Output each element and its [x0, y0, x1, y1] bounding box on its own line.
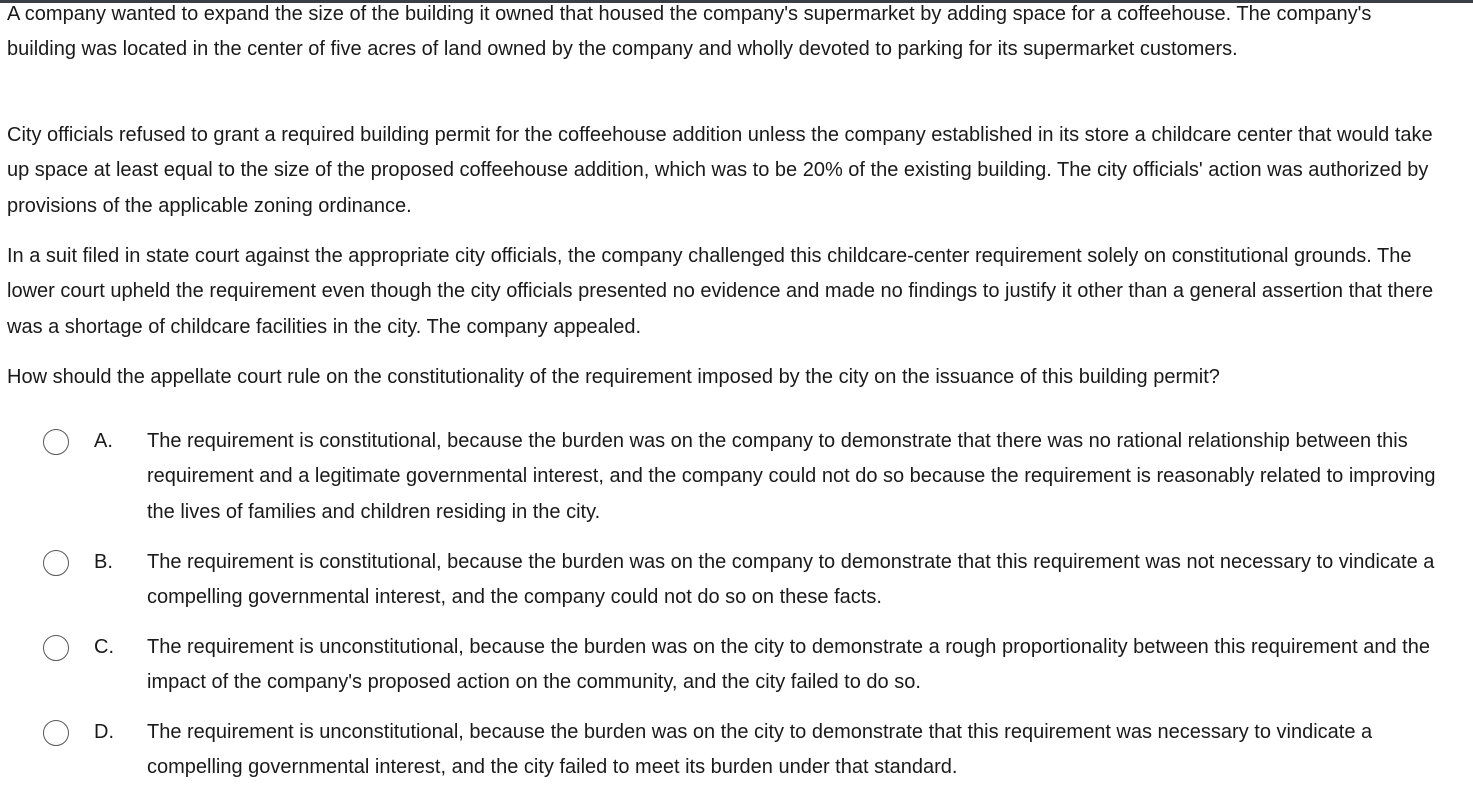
question-paragraph-1: A company wanted to expand the size of t… — [7, 3, 1372, 61]
radio-button-b[interactable] — [43, 550, 69, 576]
choice-letter-d: D. — [94, 721, 114, 743]
choice-letter-b: B. — [94, 551, 113, 573]
radio-button-c[interactable] — [43, 635, 69, 661]
question-paragraph-3: In a suit filed in state court against t… — [7, 245, 1434, 338]
question-prompt: How should the appellate court rule on t… — [7, 366, 1220, 388]
choice-letter-a: A. — [94, 430, 113, 452]
question-paragraph-2: City officials refused to grant a requir… — [7, 124, 1433, 217]
radio-button-a[interactable] — [43, 429, 69, 455]
choice-letter-c: C. — [94, 636, 114, 658]
choice-text-c[interactable]: The requirement is unconstitutional, bec… — [147, 630, 1447, 701]
radio-button-d[interactable] — [43, 720, 69, 746]
choice-text-b[interactable]: The requirement is constitutional, becau… — [147, 545, 1447, 616]
choice-text-a[interactable]: The requirement is constitutional, becau… — [147, 424, 1447, 530]
choice-text-d[interactable]: The requirement is unconstitutional, bec… — [147, 715, 1447, 786]
